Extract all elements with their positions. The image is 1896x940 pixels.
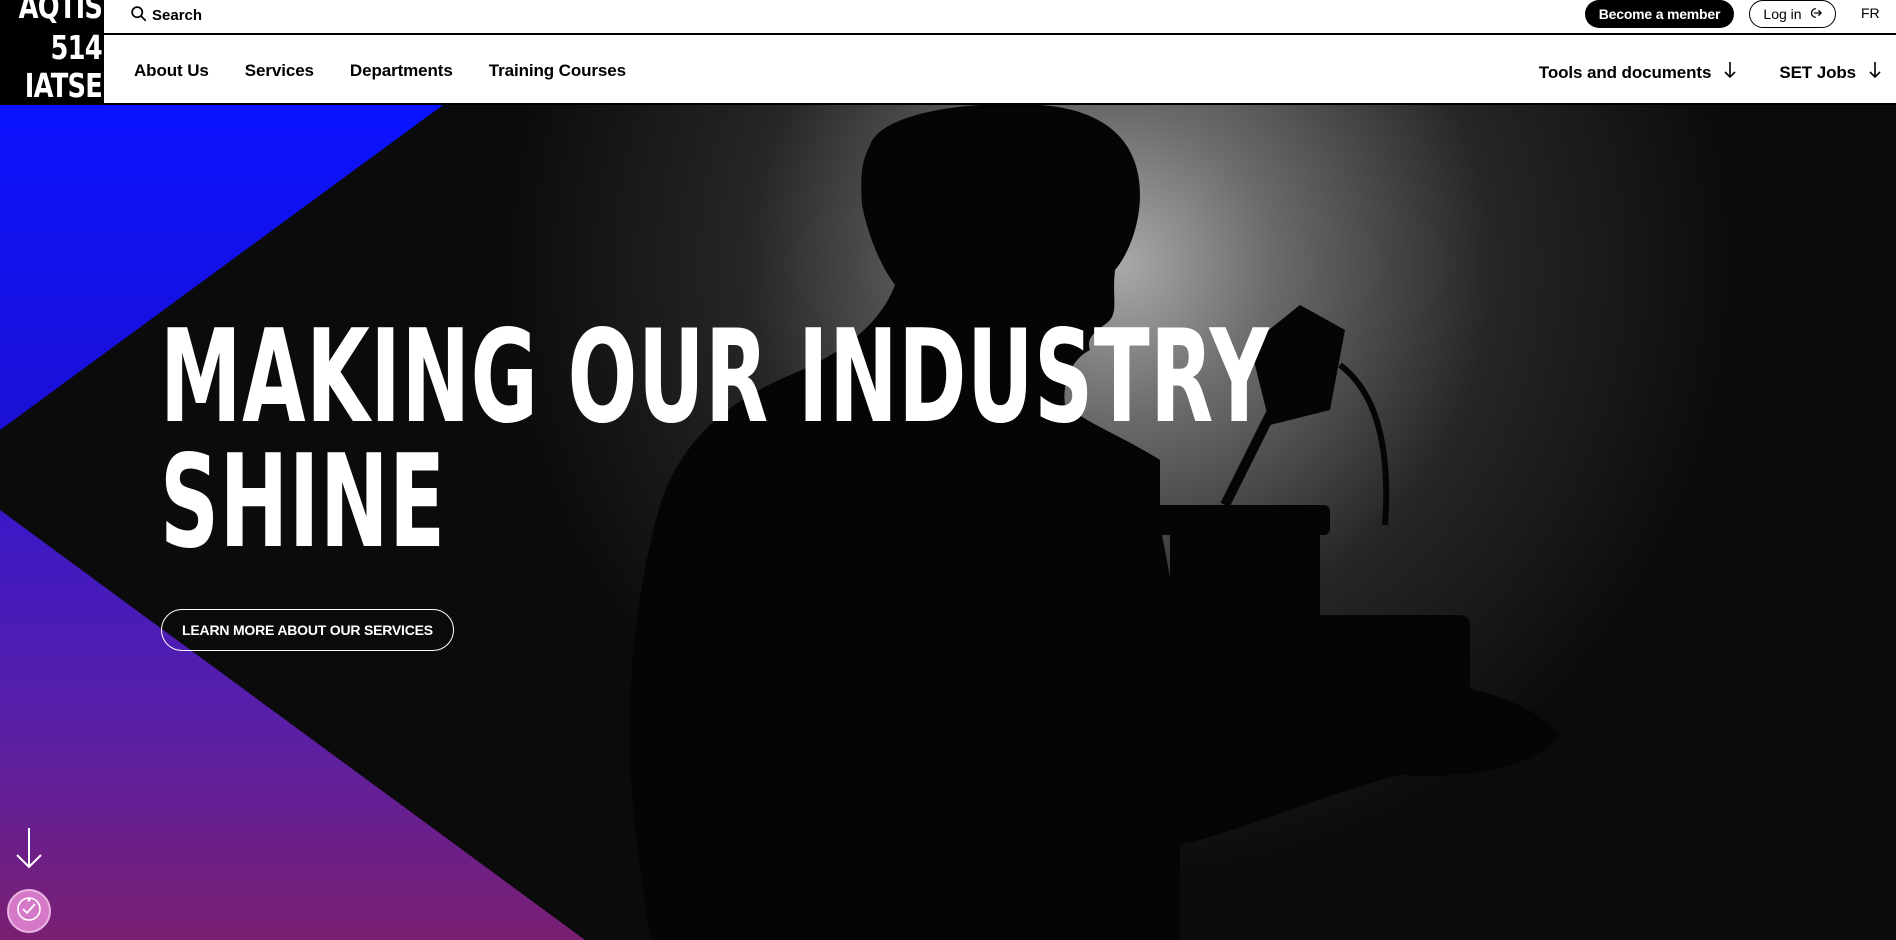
hero-section: MAKING OUR INDUSTRY SHINE LEARN MORE ABO… [0,105,1896,940]
scroll-down-icon[interactable] [14,827,44,871]
nav-left: About Us Services Departments Training C… [134,61,626,81]
login-icon [1808,6,1822,23]
arrow-down-icon [1723,61,1737,84]
learn-more-services-button[interactable]: LEARN MORE ABOUT OUR SERVICES [161,609,454,651]
site-logo[interactable]: AQTIS 514 IATSE [0,0,104,104]
accessibility-button[interactable] [7,889,51,933]
login-button[interactable]: Log in [1749,0,1836,28]
utility-bar: Search Become a member Log in FR [104,0,1896,35]
logo-line-1: AQTIS [18,0,102,26]
nav-item-training-courses[interactable]: Training Courses [489,61,626,81]
hero-headline-line-2: SHINE [160,428,446,577]
nav-item-about-us[interactable]: About Us [134,61,209,81]
search-label: Search [152,7,203,24]
arrow-down-icon [1868,61,1882,84]
language-switch[interactable]: FR [1861,5,1880,21]
nav-item-services[interactable]: Services [245,61,314,81]
nav-tools-label: Tools and documents [1538,62,1712,82]
main-nav: About Us Services Departments Training C… [104,35,1896,105]
logo-line-2: 514 [50,28,103,67]
hero-headline-line-1: MAKING OUR INDUSTRY [160,303,1270,452]
nav-item-set-jobs[interactable]: SET Jobs [1779,61,1882,84]
become-member-button[interactable]: Become a member [1585,0,1734,28]
nav-item-departments[interactable]: Departments [350,61,453,81]
logo-line-3: IATSE [24,66,103,104]
login-label: Log in [1763,6,1802,22]
nav-right: Tools and documents SET Jobs [1539,61,1896,84]
accessibility-icon [14,894,44,929]
nav-set-jobs-label: SET Jobs [1779,62,1856,82]
nav-item-tools-and-documents[interactable]: Tools and documents [1539,61,1738,84]
search-button[interactable]: Search [130,5,202,26]
hero-headline: MAKING OUR INDUSTRY SHINE [160,303,1270,577]
search-icon [130,5,147,26]
